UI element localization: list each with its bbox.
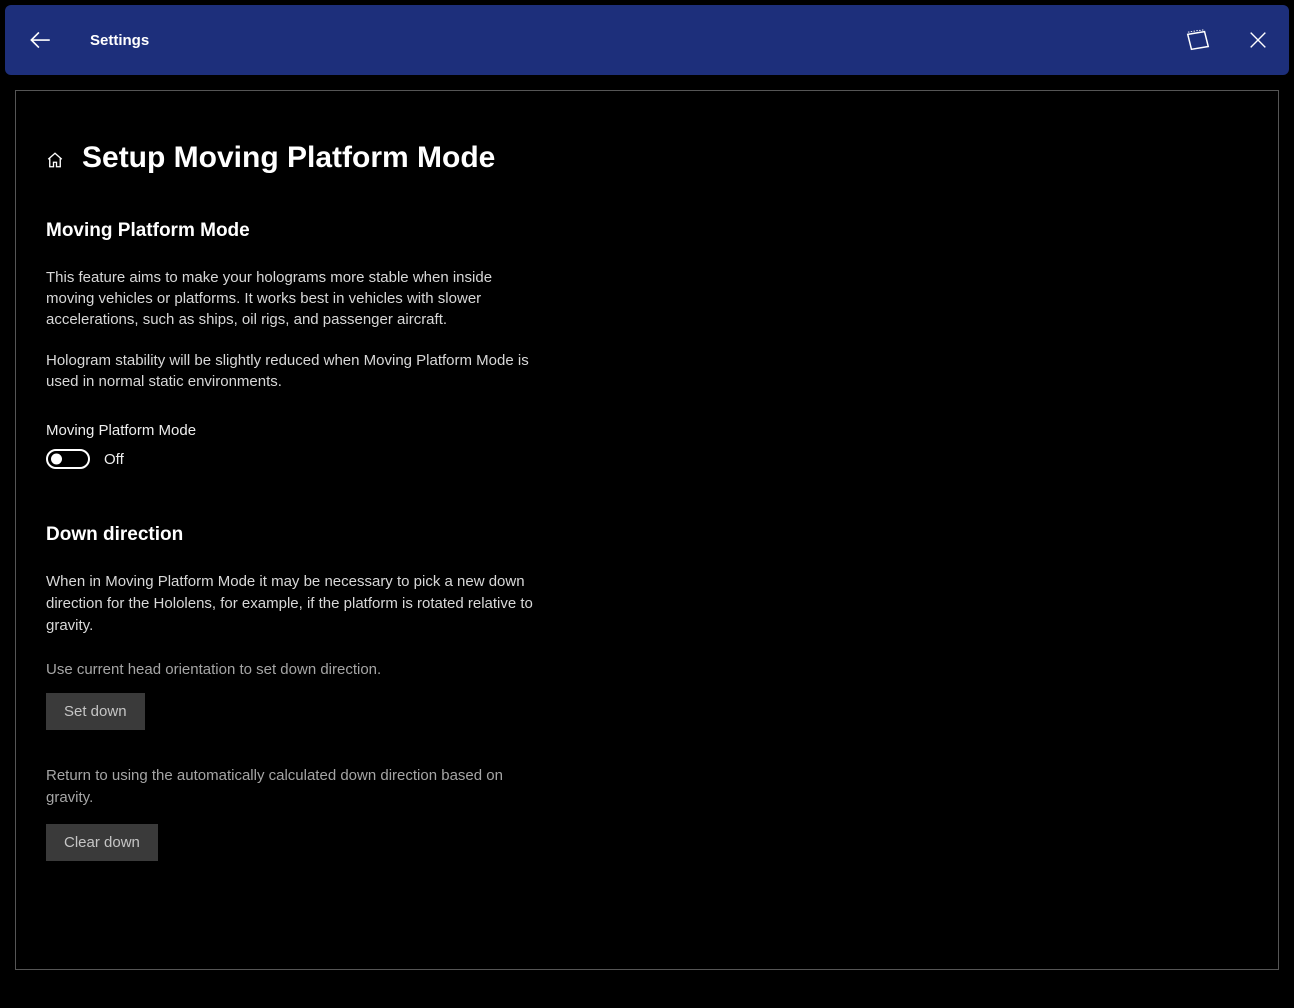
clear-down-hint: Return to using the automatically calcul… [46,765,536,809]
section-heading-mpm: Moving Platform Mode [46,220,1248,242]
toggle-knob [51,454,62,465]
page-title: Setup Moving Platform Mode [82,141,495,175]
back-button[interactable] [25,25,55,55]
set-down-hint: Use current head orientation to set down… [46,661,1248,678]
page-title-row: Setup Moving Platform Mode [46,141,1248,175]
mpm-description-2: Hologram stability will be slightly redu… [46,350,536,392]
arrow-left-icon [27,27,53,53]
home-button[interactable] [46,151,64,169]
content-panel: Setup Moving Platform Mode Moving Platfo… [15,90,1279,970]
home-icon [46,151,64,169]
toggle-state-label: Off [104,451,124,468]
set-down-button[interactable]: Set down [46,693,145,730]
toggle-label: Moving Platform Mode [46,422,1248,439]
toggle-section: Moving Platform Mode Off [46,422,1248,469]
down-description: When in Moving Platform Mode it may be n… [46,571,536,636]
clear-down-button[interactable]: Clear down [46,824,158,861]
toggle-row: Off [46,449,1248,469]
mpm-toggle[interactable] [46,449,90,469]
section-heading-down: Down direction [46,524,1248,546]
close-button[interactable] [1247,29,1269,51]
window-follow-button[interactable] [1184,28,1212,52]
header-bar: Settings [5,5,1289,75]
mpm-description-1: This feature aims to make your holograms… [46,267,536,330]
close-icon [1247,29,1269,51]
follow-window-icon [1184,28,1212,52]
header-title: Settings [90,32,149,49]
